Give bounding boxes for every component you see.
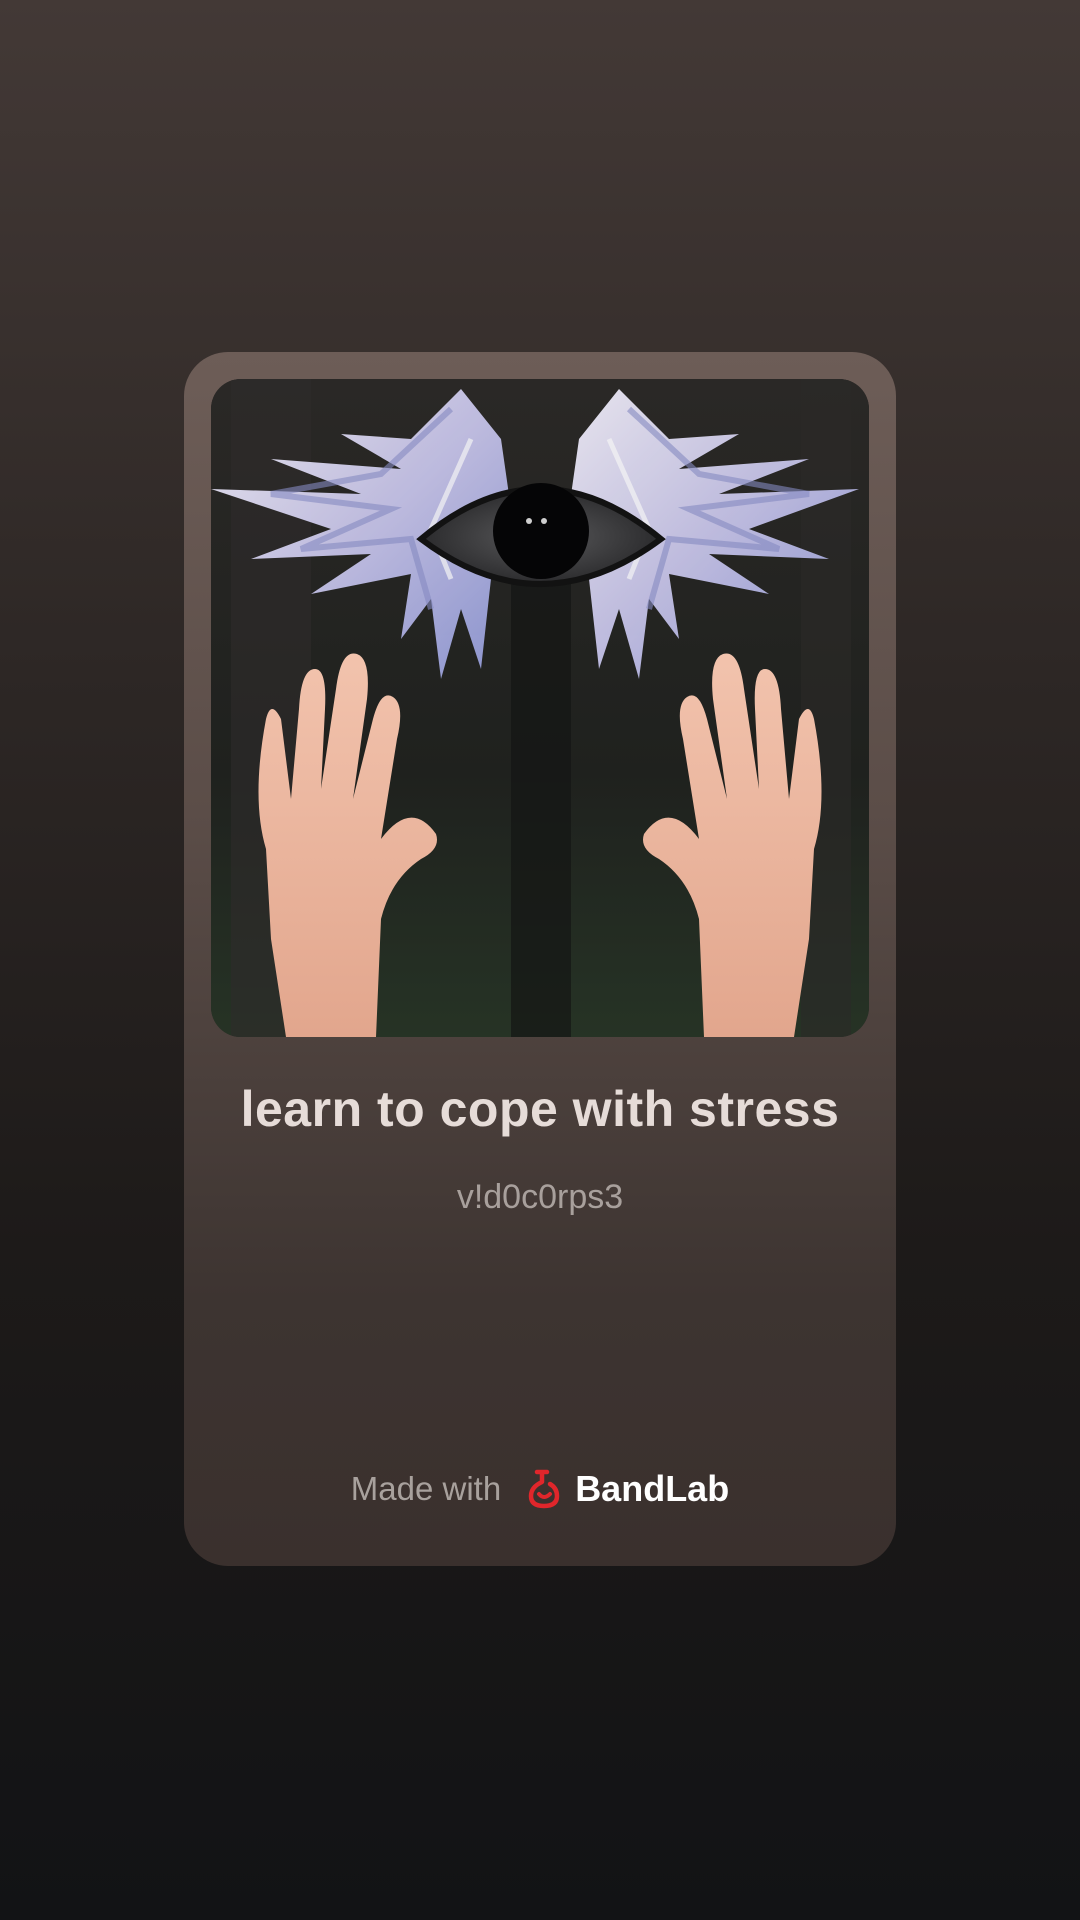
bandlab-logo-icon [523,1468,565,1510]
track-title: learn to cope with stress [240,1081,840,1137]
made-with-label: Made with [350,1470,502,1507]
made-with-footer[interactable]: Made with BandLab [184,1468,896,1510]
artist-name[interactable]: v!d0c0rps3 [184,1178,896,1217]
bandlab-brand-name: BandLab [575,1468,730,1509]
track-share-card: learn to cope with stress v!d0c0rps3 Mad… [184,352,896,1566]
cover-art [211,379,869,1037]
